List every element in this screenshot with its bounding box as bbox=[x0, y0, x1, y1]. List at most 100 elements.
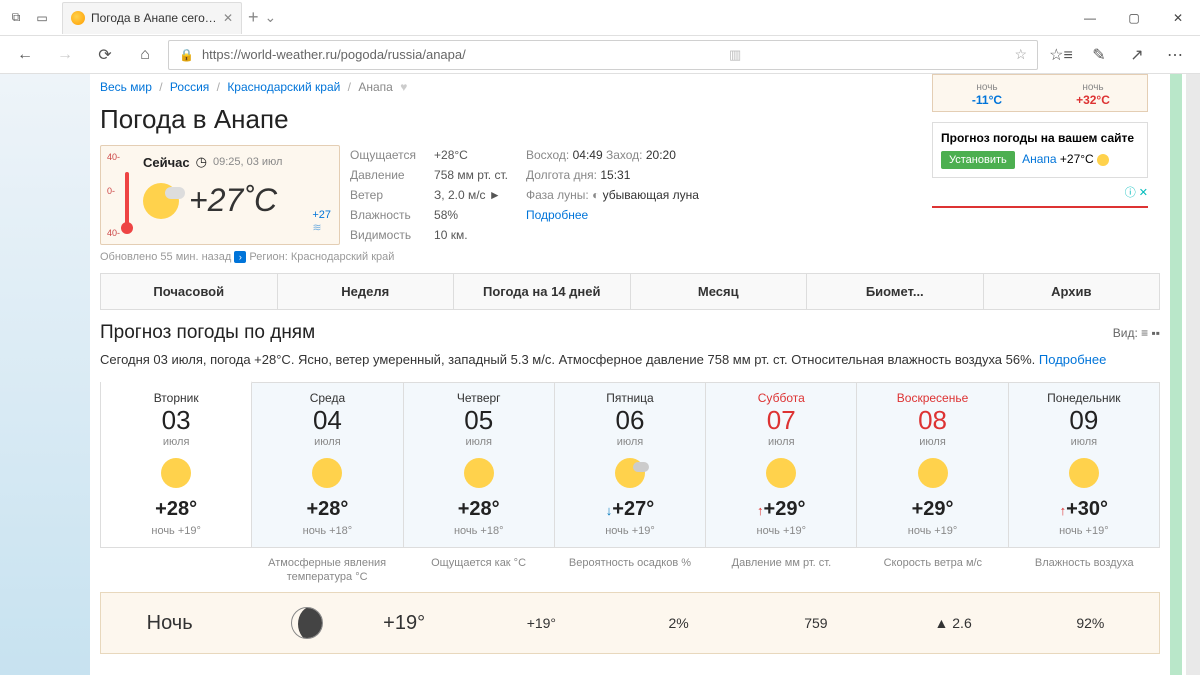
day-name: Вторник bbox=[105, 391, 247, 405]
day-card[interactable]: Четверг 05 июля +28° ночь +18° bbox=[404, 383, 555, 547]
maximize-button[interactable]: ▢ bbox=[1112, 0, 1156, 36]
sidebar-widget: ночь-11°C ночь+32°C Прогноз погоды на ва… bbox=[932, 74, 1148, 208]
ad-divider bbox=[932, 206, 1148, 208]
day-weather-icon bbox=[464, 458, 494, 488]
tab-biomet[interactable]: Биомет... bbox=[807, 274, 984, 309]
night-row: Ночь +19° +19° 2% 759 ▲ 2.6 92% bbox=[100, 592, 1160, 654]
favlist-icon[interactable]: ☆≡ bbox=[1044, 38, 1078, 72]
night-pressure: 759 bbox=[747, 615, 884, 631]
day-name: Среда bbox=[256, 391, 398, 405]
reload-button[interactable]: ⟳ bbox=[88, 38, 122, 72]
day-temp: +29° bbox=[861, 498, 1003, 521]
day-temp: +28° bbox=[105, 498, 247, 521]
thermometer-icon: 40- 0- 40- bbox=[107, 152, 137, 238]
url-text: https://world-weather.ru/pogoda/russia/a… bbox=[202, 47, 466, 62]
day-number: 06 bbox=[559, 405, 701, 436]
tab-group-icon[interactable]: ⧉ bbox=[4, 6, 28, 30]
day-month: июля bbox=[1013, 436, 1155, 448]
back-button[interactable]: ← bbox=[8, 38, 42, 72]
day-temp: ↓+27° bbox=[559, 498, 701, 521]
night-feels: +19° bbox=[473, 615, 610, 631]
day-weather-icon bbox=[312, 458, 342, 488]
ad-controls[interactable]: ⓘ ✕ bbox=[932, 184, 1148, 200]
night-temp: +19° bbox=[336, 612, 473, 635]
moon-icon bbox=[291, 607, 323, 639]
day-weather-icon bbox=[1069, 458, 1099, 488]
tab-month[interactable]: Месяц bbox=[631, 274, 808, 309]
forecast-title: Прогноз погоды по дням bbox=[100, 322, 315, 344]
hourly-header-row: Атмосферные явления температура °CОщущае… bbox=[100, 548, 1160, 593]
day-card[interactable]: Суббота 07 июля ↑+29° ночь +19° bbox=[706, 383, 857, 547]
browser-tab[interactable]: Погода в Анапе сегодн ✕ bbox=[62, 2, 242, 34]
new-tab-button[interactable]: + bbox=[248, 7, 259, 28]
day-night-temp: ночь +19° bbox=[710, 525, 852, 537]
day-night-temp: ночь +19° bbox=[861, 525, 1003, 537]
window-close-button[interactable]: ✕ bbox=[1156, 0, 1200, 36]
minimize-button[interactable]: — bbox=[1068, 0, 1112, 36]
day-name: Воскресенье bbox=[861, 391, 1003, 405]
day-month: июля bbox=[256, 436, 398, 448]
day-number: 03 bbox=[105, 405, 247, 436]
view-toggle[interactable]: Вид: ≡ ▪▪ bbox=[1113, 326, 1160, 340]
tab-week[interactable]: Неделя bbox=[278, 274, 455, 309]
tab-14days[interactable]: Погода на 14 дней bbox=[454, 274, 631, 309]
day-weather-icon bbox=[766, 458, 796, 488]
crumb-city: Анапа bbox=[358, 80, 392, 94]
hour-head: Давление мм рт. ст. bbox=[706, 556, 857, 585]
hour-head: Вероятность осадков % bbox=[554, 556, 705, 585]
tab-hourly[interactable]: Почасовой bbox=[101, 274, 278, 309]
clock-icon: ◷ bbox=[196, 154, 207, 170]
summary-more-link[interactable]: Подробнее bbox=[1039, 352, 1106, 367]
promo-city[interactable]: Анапа bbox=[1022, 152, 1056, 166]
day-night-temp: ночь +19° bbox=[559, 525, 701, 537]
titlebar: ⧉ ▭ Погода в Анапе сегодн ✕ + ⌄ — ▢ ✕ bbox=[0, 0, 1200, 36]
day-card[interactable]: Понедельник 09 июля ↑+30° ночь +19° bbox=[1009, 383, 1159, 547]
more-icon[interactable]: ⋯ bbox=[1158, 38, 1192, 72]
tab-expand-icon[interactable]: ▭ bbox=[30, 6, 54, 30]
day-name: Суббота bbox=[710, 391, 852, 405]
close-icon[interactable]: ✕ bbox=[223, 11, 233, 25]
sun-icon bbox=[71, 11, 85, 25]
install-button[interactable]: Установить bbox=[941, 151, 1015, 169]
toolbar: ← → ⟳ ⌂ 🔒 https://world-weather.ru/pogod… bbox=[0, 36, 1200, 74]
day-temp: ↑+30° bbox=[1013, 498, 1155, 521]
star-icon[interactable]: ☆ bbox=[1014, 46, 1027, 63]
day-name: Понедельник bbox=[1013, 391, 1155, 405]
tab-title: Погода в Анапе сегодн bbox=[91, 11, 217, 25]
crumb-world[interactable]: Весь мир bbox=[100, 80, 152, 94]
day-card[interactable]: Пятница 06 июля ↓+27° ночь +19° bbox=[555, 383, 706, 547]
day-name: Четверг bbox=[408, 391, 550, 405]
crumb-region[interactable]: Краснодарский край bbox=[227, 80, 340, 94]
pen-icon[interactable]: ✎ bbox=[1082, 38, 1116, 72]
hour-head: Атмосферные явления температура °C bbox=[251, 556, 402, 585]
address-bar[interactable]: 🔒 https://world-weather.ru/pogoda/russia… bbox=[168, 40, 1038, 70]
details-more-link[interactable]: Подробнее bbox=[526, 208, 588, 222]
home-button[interactable]: ⌂ bbox=[128, 38, 162, 72]
weather-details: Ощущается+28°C Восход: 04:49 Заход: 20:2… bbox=[350, 145, 717, 245]
day-card[interactable]: Воскресенье 08 июля +29° ночь +19° bbox=[857, 383, 1008, 547]
day-night-temp: ночь +19° bbox=[1013, 525, 1155, 537]
day-night-temp: ночь +18° bbox=[256, 525, 398, 537]
reading-icon[interactable]: ▥ bbox=[729, 47, 741, 63]
now-time: 09:25, 03 июл bbox=[213, 156, 283, 168]
update-line: Обновлено 55 мин. назад › Регион: Красно… bbox=[100, 251, 1160, 263]
tab-chevron-icon[interactable]: ⌄ bbox=[265, 9, 277, 26]
hour-head: Влажность воздуха bbox=[1009, 556, 1160, 585]
hour-head: Ощущается как °C bbox=[403, 556, 554, 585]
day-month: июля bbox=[559, 436, 701, 448]
hour-head bbox=[100, 556, 251, 585]
share-icon[interactable]: ↗ bbox=[1120, 38, 1154, 72]
current-weather-card: 40- 0- 40- Сейчас ◷ 09:25, 03 июл +27˚C bbox=[100, 145, 340, 245]
day-temp: +28° bbox=[256, 498, 398, 521]
wave-icon: ≋ bbox=[312, 222, 319, 234]
crumb-russia[interactable]: Россия bbox=[170, 80, 209, 94]
tab-archive[interactable]: Архив bbox=[984, 274, 1160, 309]
day-card[interactable]: Вторник 03 июля +28° ночь +19° bbox=[101, 381, 252, 547]
day-number: 07 bbox=[710, 405, 852, 436]
heart-icon[interactable]: ♥ bbox=[400, 80, 407, 94]
day-card[interactable]: Среда 04 июля +28° ночь +18° bbox=[252, 383, 403, 547]
forward-button[interactable]: → bbox=[48, 38, 82, 72]
day-number: 05 bbox=[408, 405, 550, 436]
scrollbar[interactable] bbox=[1186, 74, 1200, 675]
day-temp: ↑+29° bbox=[710, 498, 852, 521]
